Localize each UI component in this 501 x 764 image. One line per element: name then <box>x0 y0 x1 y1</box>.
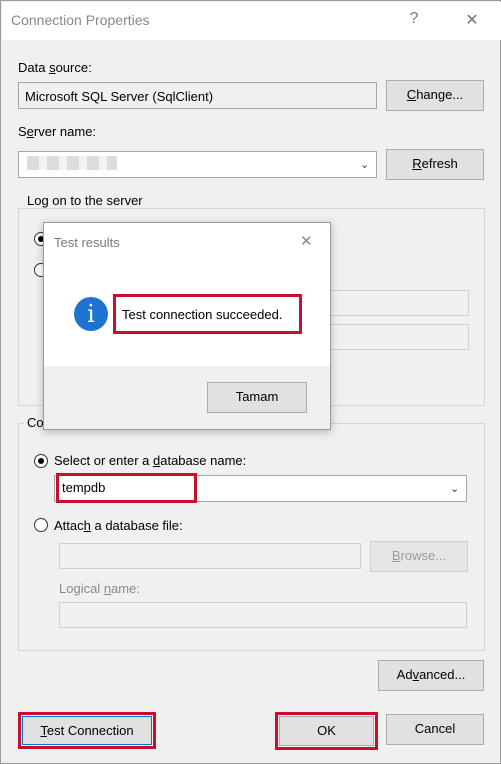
attach-db-radio[interactable] <box>34 518 48 532</box>
advanced-button[interactable]: Advanced... <box>378 660 484 691</box>
ok-button[interactable]: OK <box>279 716 374 746</box>
server-name-value-redacted <box>27 156 117 170</box>
attach-file-field[interactable] <box>59 543 361 569</box>
modal-title: Test results <box>54 235 120 250</box>
change-button[interactable]: Change... <box>386 80 484 111</box>
server-name-combobox[interactable]: ⌄ <box>18 151 377 178</box>
refresh-button[interactable]: Refresh <box>386 149 484 180</box>
cancel-button[interactable]: Cancel <box>386 714 484 745</box>
select-db-label: Select or enter a database name: <box>54 453 247 468</box>
select-db-radio[interactable] <box>34 454 48 468</box>
database-name-highlight: tempdb <box>56 473 197 503</box>
info-icon: i <box>74 297 108 331</box>
chevron-down-icon[interactable]: ⌄ <box>450 482 459 495</box>
modal-message: Test connection succeeded. <box>122 307 283 322</box>
chevron-down-icon[interactable]: ⌄ <box>360 158 369 171</box>
database-name-value: tempdb <box>62 480 106 495</box>
logon-group-label: Log on to the server <box>24 193 146 208</box>
window-title: Connection Properties <box>11 12 150 28</box>
data-source-field: Microsoft SQL Server (SqlClient) <box>18 82 377 109</box>
logical-name-label: Logical name: <box>59 581 140 596</box>
logical-name-field[interactable] <box>59 602 467 628</box>
server-name-label: Server name: <box>18 124 97 139</box>
attach-db-label: Attach a database file: <box>54 518 183 533</box>
help-icon[interactable]: ? <box>402 10 426 28</box>
modal-footer: Tamam <box>44 366 330 429</box>
close-icon[interactable]: ✕ <box>460 10 484 30</box>
title-bar: Connection Properties ? ✕ <box>2 2 501 40</box>
test-results-dialog: Test results ✕ i Test connection succeed… <box>43 222 331 430</box>
message-highlight: Test connection succeeded. <box>113 294 302 334</box>
modal-close-icon[interactable]: ✕ <box>300 232 313 250</box>
test-connection-button[interactable]: Test Connection <box>22 716 152 745</box>
browse-button[interactable]: Browse... <box>370 541 468 572</box>
modal-ok-button[interactable]: Tamam <box>207 382 307 413</box>
data-source-label: Data source: <box>18 60 92 75</box>
